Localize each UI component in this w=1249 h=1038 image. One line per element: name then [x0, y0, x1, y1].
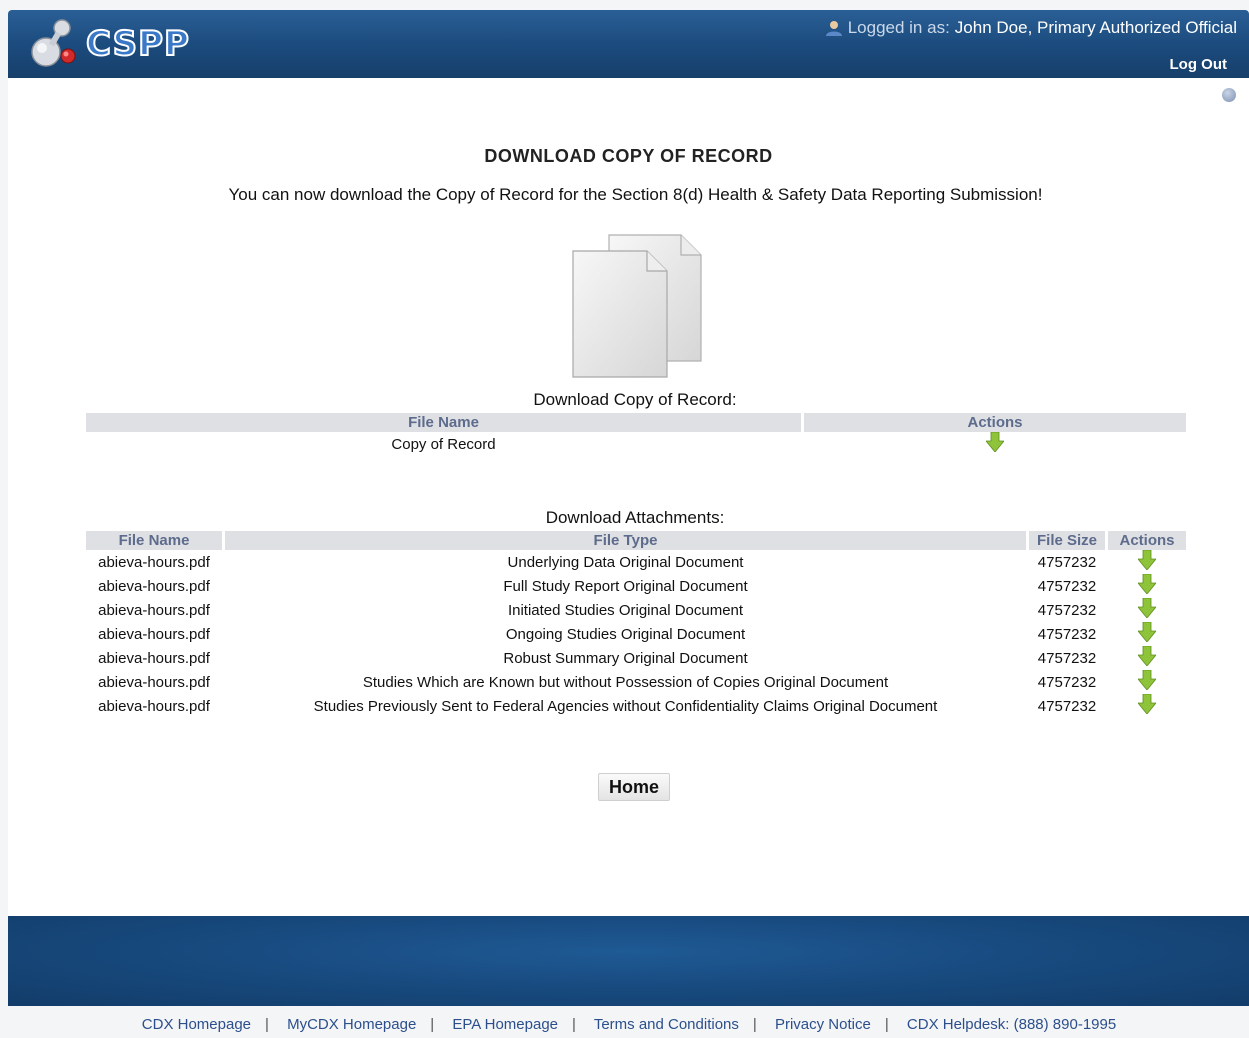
- column-header-actions: Actions: [1108, 531, 1186, 550]
- cspp-logo[interactable]: CSPP: [28, 18, 190, 70]
- file-type-cell: Studies Which are Known but without Poss…: [362, 673, 889, 691]
- file-type-cell: Robust Summary Original Document: [503, 649, 748, 667]
- actions-cell: [1108, 621, 1186, 646]
- file-type-cell: Initiated Studies Original Document: [507, 601, 744, 619]
- column-header-file-name[interactable]: File Name: [86, 531, 222, 550]
- footer-separator: |: [265, 1016, 269, 1033]
- file-name-cell: abieva-hours.pdf: [98, 577, 210, 595]
- download-arrow-icon[interactable]: [1137, 621, 1157, 646]
- actions-cell: [1108, 573, 1186, 598]
- table-row: abieva-hours.pdf Initiated Studies Origi…: [86, 597, 1186, 622]
- file-name-cell: Copy of Record: [391, 435, 496, 453]
- download-arrow-icon[interactable]: [1137, 669, 1157, 694]
- user-icon: [825, 21, 842, 36]
- file-size-cell: 4757232: [1037, 577, 1097, 595]
- footer-separator: |: [572, 1016, 576, 1033]
- file-name-cell: abieva-hours.pdf: [98, 649, 210, 667]
- logo-text: CSPP: [85, 23, 190, 65]
- table-row: abieva-hours.pdf Ongoing Studies Origina…: [86, 621, 1186, 646]
- file-type-cell: Full Study Report Original Document: [503, 577, 748, 595]
- main-content: DOWNLOAD COPY OF RECORD You can now down…: [8, 78, 1249, 916]
- logged-in-user: John Doe, Primary Authorized Official: [954, 18, 1237, 37]
- table-row: Copy of Record: [86, 431, 1186, 456]
- footer-link-helpdesk[interactable]: CDX Helpdesk: (888) 890-1995: [907, 1016, 1116, 1033]
- copy-of-record-label: Download Copy of Record:: [533, 390, 737, 409]
- footer-separator: |: [884, 1016, 889, 1033]
- download-arrow-icon[interactable]: [1137, 549, 1157, 574]
- document-copy-icon: [572, 234, 702, 378]
- actions-cell: [804, 431, 1186, 456]
- column-header-file-size[interactable]: File Size: [1029, 531, 1105, 550]
- actions-cell: [1108, 549, 1186, 574]
- footer-links: CDX Homepage | MyCDX Homepage | EPA Homepa…: [0, 1016, 1249, 1033]
- table-row: abieva-hours.pdf Underlying Data Origina…: [86, 549, 1186, 574]
- footer-separator: |: [752, 1016, 757, 1033]
- help-icon[interactable]: [1222, 88, 1236, 102]
- attachments-label: Download Attachments:: [545, 508, 725, 527]
- attachments-body: abieva-hours.pdf Underlying Data Origina…: [86, 549, 1186, 718]
- footer-link-mycdx-homepage[interactable]: MyCDX Homepage: [287, 1016, 416, 1033]
- file-name-cell: abieva-hours.pdf: [98, 625, 210, 643]
- download-arrow-icon[interactable]: [985, 431, 1005, 456]
- table-row: abieva-hours.pdf Full Study Report Origi…: [86, 573, 1186, 598]
- footer-band: [8, 916, 1249, 1006]
- copy-of-record-table: File Name Actions Copy of Record: [83, 413, 1189, 456]
- logged-in-prefix: Logged in as:: [847, 18, 950, 37]
- column-header-file-name[interactable]: File Name: [86, 413, 801, 432]
- home-button[interactable]: Home: [598, 773, 670, 801]
- footer-link-epa-homepage[interactable]: EPA Homepage: [452, 1016, 558, 1033]
- file-name-cell: abieva-hours.pdf: [98, 697, 210, 715]
- molecule-logo-icon: [31, 19, 76, 67]
- actions-cell: [1108, 645, 1186, 670]
- actions-cell: [1108, 597, 1186, 622]
- file-type-cell: Studies Previously Sent to Federal Agenc…: [313, 697, 938, 715]
- attachments-table: File Name File Type File Size Actions ab…: [83, 531, 1189, 718]
- file-name-cell: abieva-hours.pdf: [98, 673, 210, 691]
- download-arrow-icon[interactable]: [1137, 693, 1157, 718]
- page-subtitle: You can now download the Copy of Record …: [228, 185, 1043, 204]
- download-arrow-icon[interactable]: [1137, 645, 1157, 670]
- footer-link-privacy[interactable]: Privacy Notice: [775, 1016, 871, 1033]
- page-title: DOWNLOAD COPY OF RECORD: [484, 146, 773, 166]
- file-size-cell: 4757232: [1037, 553, 1097, 571]
- footer-separator: |: [430, 1016, 435, 1033]
- file-size-cell: 4757232: [1037, 649, 1097, 667]
- logged-in-info: Logged in as: John Doe, Primary Authoriz…: [825, 18, 1237, 38]
- column-header-file-type[interactable]: File Type: [225, 531, 1026, 550]
- app-header: CSPP Logged in as: John Doe, Primary Aut…: [8, 10, 1249, 78]
- footer-link-terms[interactable]: Terms and Conditions: [594, 1016, 739, 1033]
- table-row: abieva-hours.pdf Studies Which are Known…: [86, 669, 1186, 694]
- file-size-cell: 4757232: [1037, 697, 1097, 715]
- download-arrow-icon[interactable]: [1137, 573, 1157, 598]
- file-type-cell: Underlying Data Original Document: [507, 553, 744, 571]
- file-name-cell: abieva-hours.pdf: [98, 553, 210, 571]
- file-size-cell: 4757232: [1037, 673, 1097, 691]
- download-arrow-icon[interactable]: [1137, 597, 1157, 622]
- column-header-actions: Actions: [804, 413, 1186, 432]
- file-size-cell: 4757232: [1037, 601, 1097, 619]
- actions-cell: [1108, 693, 1186, 718]
- table-row: abieva-hours.pdf Robust Summary Original…: [86, 645, 1186, 670]
- file-name-cell: abieva-hours.pdf: [98, 601, 210, 619]
- logout-link[interactable]: Log Out: [1170, 56, 1227, 73]
- file-type-cell: Ongoing Studies Original Document: [505, 625, 746, 643]
- footer-link-cdx-homepage[interactable]: CDX Homepage: [142, 1016, 251, 1033]
- file-size-cell: 4757232: [1037, 625, 1097, 643]
- table-row: abieva-hours.pdf Studies Previously Sent…: [86, 693, 1186, 718]
- actions-cell: [1108, 669, 1186, 694]
